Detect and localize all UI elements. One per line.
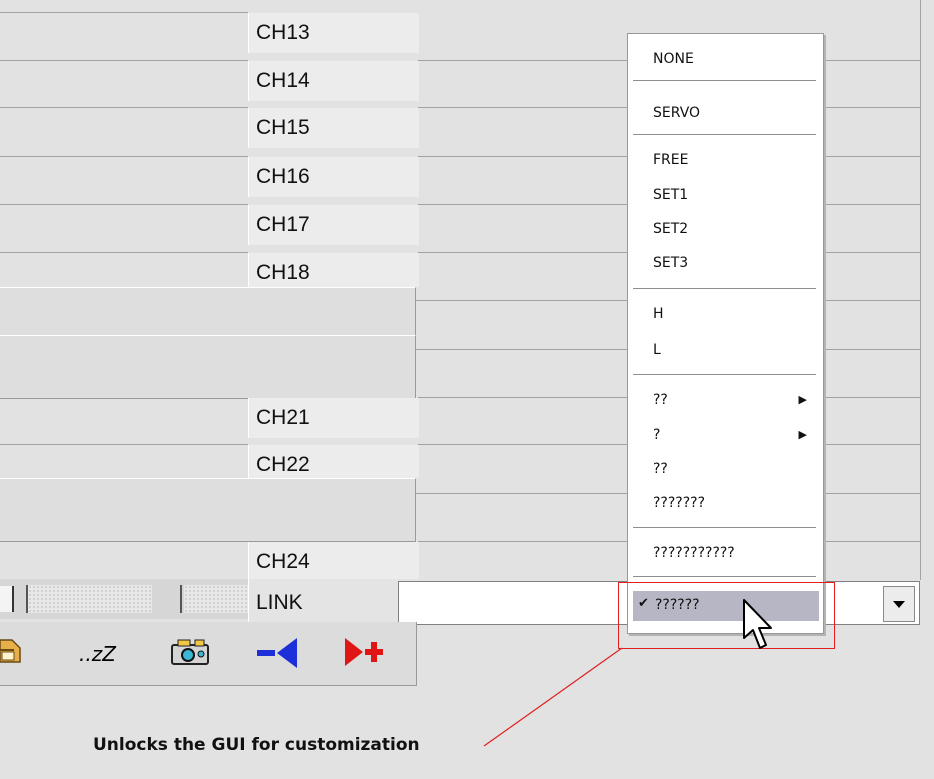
menu-item-label: SET2 — [653, 221, 689, 237]
channel-label: CH13 — [256, 21, 310, 44]
menu-item-label: ??????????? — [653, 545, 735, 561]
row-divider — [0, 252, 248, 253]
channel-label: CH24 — [256, 550, 310, 573]
dropdown-arrow-icon — [893, 601, 905, 608]
context-menu: NONE SERVO FREE SET1 SET2 SET3 H L ?? ▶ ?… — [627, 33, 824, 634]
blank-row-panel — [0, 335, 416, 399]
dropdown-button[interactable] — [883, 586, 915, 622]
scroll-track[interactable] — [184, 585, 248, 613]
menu-separator — [633, 576, 816, 577]
menu-separator — [633, 134, 816, 135]
row-divider — [822, 60, 921, 61]
remove-icon[interactable] — [257, 636, 301, 668]
channel-label: CH17 — [256, 213, 310, 236]
row-divider — [0, 444, 248, 445]
add-icon[interactable] — [343, 636, 387, 668]
channel-row-ch16[interactable]: CH16 — [248, 157, 419, 197]
toolbar: ..zZ — [0, 622, 417, 686]
menu-item-label: SET1 — [653, 187, 689, 203]
channel-row-ch22[interactable]: CH22 — [248, 445, 419, 478]
menu-item-label: SET3 — [653, 255, 689, 271]
channel-row-ch13[interactable]: CH13 — [248, 13, 419, 53]
menu-item-submenu-2[interactable]: ? ▶ — [628, 421, 821, 449]
row-divider — [418, 107, 628, 108]
menu-item-label: ?? — [653, 392, 668, 408]
channel-label: CH18 — [256, 261, 310, 284]
channel-row-ch15[interactable]: CH15 — [248, 108, 419, 148]
row-divider — [0, 204, 248, 205]
menu-separator — [633, 288, 816, 289]
channel-row-ch21[interactable]: CH21 — [248, 398, 419, 438]
channel-row-ch24[interactable]: CH24 — [248, 542, 419, 582]
channel-label: CH14 — [256, 69, 310, 92]
menu-item-label: ? — [653, 427, 661, 443]
row-divider — [0, 60, 248, 61]
annotation-highlight-box — [618, 582, 835, 649]
menu-item-none[interactable]: NONE — [628, 45, 821, 73]
menu-item-set3[interactable]: SET3 — [628, 249, 821, 277]
submenu-arrow-icon: ▶ — [798, 393, 807, 406]
menu-separator — [633, 80, 816, 81]
row-divider — [418, 252, 628, 253]
channel-label: CH21 — [256, 406, 310, 429]
menu-item-h[interactable]: H — [628, 300, 821, 328]
menu-item-unknown-3[interactable]: ??????????? — [628, 539, 821, 567]
menu-item-set1[interactable]: SET1 — [628, 181, 821, 209]
row-divider — [0, 12, 248, 13]
menu-item-label: NONE — [653, 51, 694, 67]
submenu-arrow-icon: ▶ — [798, 428, 807, 441]
menu-item-label: ?? — [653, 461, 668, 477]
menu-item-set2[interactable]: SET2 — [628, 215, 821, 243]
row-divider — [822, 156, 921, 157]
scroll-track[interactable] — [28, 585, 152, 613]
annotation-caption: Unlocks the GUI for customization — [93, 735, 420, 755]
scroll-thumb[interactable] — [0, 586, 14, 612]
menu-item-label: ??????? — [653, 495, 706, 511]
sleep-icon[interactable]: ..zZ — [79, 642, 116, 674]
channel-row-ch14[interactable]: CH14 — [248, 61, 419, 101]
menu-item-free[interactable]: FREE — [628, 146, 821, 174]
menu-separator — [633, 374, 816, 375]
channel-label: CH15 — [256, 116, 310, 139]
menu-item-label: SERVO — [653, 105, 701, 121]
cursor-icon — [743, 599, 772, 649]
row-divider — [418, 204, 628, 205]
menu-separator — [633, 527, 816, 528]
menu-item-submenu-1[interactable]: ?? ▶ — [628, 386, 821, 414]
menu-item-label: H — [653, 306, 664, 322]
channel-row-ch17[interactable]: CH17 — [248, 205, 419, 245]
channel-row-ch18[interactable]: CH18 — [248, 253, 419, 287]
row-divider — [822, 204, 921, 205]
menu-item-label: FREE — [653, 152, 689, 168]
channel-row-link[interactable]: LINK — [248, 579, 419, 622]
row-divider — [418, 156, 628, 157]
scroll-divider — [26, 585, 28, 613]
row-divider — [418, 60, 628, 61]
menu-item-unknown-2[interactable]: ??????? — [628, 489, 821, 517]
channel-label: LINK — [256, 591, 303, 614]
row-divider — [822, 107, 921, 108]
annotation-leader-line — [483, 647, 623, 747]
menu-item-servo[interactable]: SERVO — [628, 99, 821, 127]
row-divider — [822, 252, 921, 253]
menu-item-label: L — [653, 342, 661, 358]
row-divider — [0, 156, 248, 157]
row-divider — [822, 541, 921, 542]
camera-icon[interactable] — [169, 636, 211, 668]
channel-label: CH16 — [256, 165, 310, 188]
blank-row-panel — [0, 287, 416, 336]
channel-label: CH22 — [256, 453, 310, 476]
menu-item-unknown-1[interactable]: ?? — [628, 455, 821, 483]
scroll-divider — [180, 585, 182, 613]
blank-row-panel — [0, 478, 416, 542]
home-icon[interactable] — [0, 636, 22, 668]
row-divider — [418, 541, 628, 542]
row-divider — [0, 107, 248, 108]
menu-item-l[interactable]: L — [628, 336, 821, 364]
